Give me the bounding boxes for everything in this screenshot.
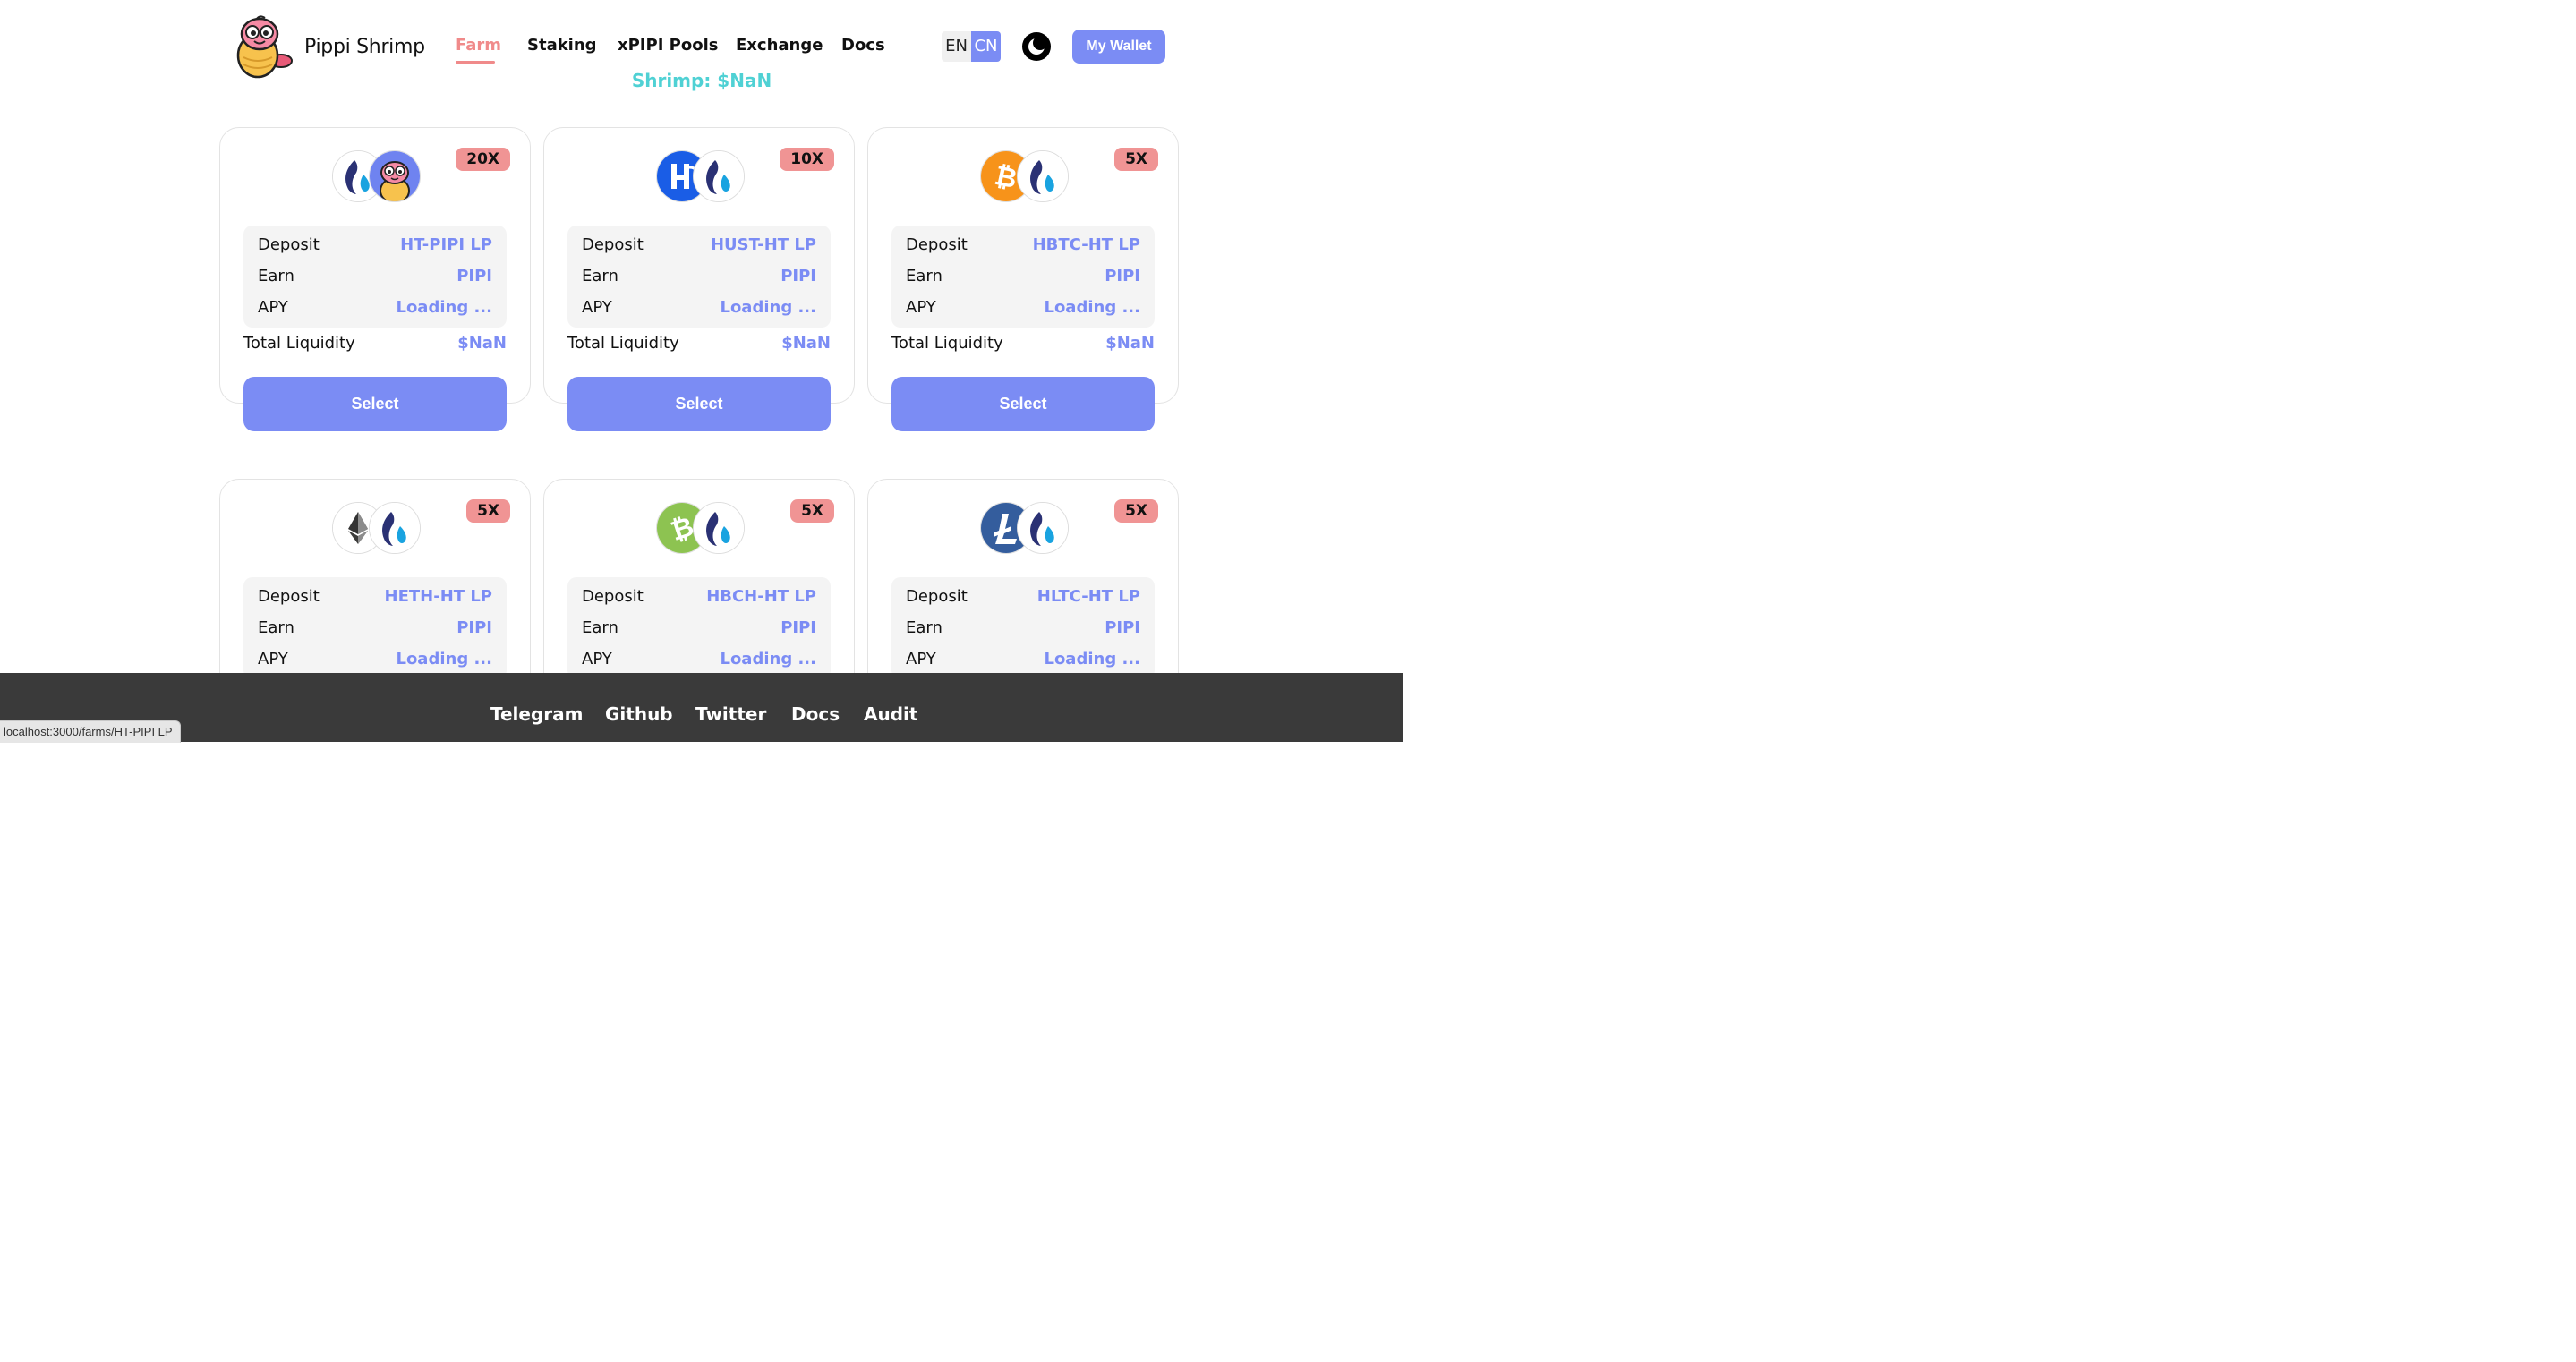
footer-link-twitter[interactable]: Twitter	[695, 703, 766, 725]
deposit-label: Deposit	[258, 587, 320, 606]
earn-label: Earn	[258, 618, 294, 637]
total-liquidity-value: $NaN	[781, 334, 831, 353]
apy-value: Loading ...	[396, 650, 492, 668]
farm-card: 20X Deposit HT-PIPI LP Earn PIPI APY Loadin…	[219, 127, 531, 431]
apy-value: Loading ...	[720, 298, 816, 317]
earn-value: PIPI	[456, 267, 492, 285]
farm-info-panel: Deposit HT-PIPI LP Earn PIPI APY Loading ..…	[243, 226, 507, 328]
total-liquidity-label: Total Liquidity	[891, 334, 1003, 353]
ht-icon	[693, 150, 745, 202]
apy-value: Loading ...	[1044, 298, 1140, 317]
apy-label: APY	[906, 650, 936, 668]
earn-label: Earn	[582, 618, 618, 637]
lang-en-button[interactable]: EN	[942, 31, 971, 62]
apy-label: APY	[582, 298, 612, 317]
deposit-label: Deposit	[582, 235, 644, 254]
earn-value: PIPI	[780, 618, 816, 637]
shrimp-price-value: $NaN	[717, 70, 772, 91]
deposit-value: HETH-HT LP	[384, 587, 492, 606]
multiplier-badge: 5X	[466, 499, 510, 523]
nav-xpipi-pools[interactable]: xPIPI Pools	[618, 36, 718, 55]
multiplier-badge: 10X	[780, 148, 834, 171]
moon-icon	[1028, 36, 1047, 55]
multiplier-badge: 5X	[790, 499, 834, 523]
apy-value: Loading ...	[720, 650, 816, 668]
deposit-value: HLTC-HT LP	[1036, 587, 1140, 606]
deposit-label: Deposit	[906, 235, 968, 254]
apy-value: Loading ...	[396, 298, 492, 317]
earn-label: Earn	[582, 267, 618, 285]
nav-exchange[interactable]: Exchange	[736, 36, 823, 55]
pair-icons	[656, 150, 746, 204]
nav-active-underline	[456, 61, 495, 64]
earn-value: PIPI	[456, 618, 492, 637]
earn-label: Earn	[906, 618, 943, 637]
earn-label: Earn	[258, 267, 294, 285]
total-liquidity-label: Total Liquidity	[567, 334, 679, 353]
earn-value: PIPI	[1105, 267, 1140, 285]
pair-icons	[332, 502, 422, 556]
farm-info-panel: Deposit HBCH-HT LP Earn PIPI APY Loading ..…	[567, 577, 831, 679]
deposit-value: HBTC-HT LP	[1032, 235, 1140, 254]
earn-value: PIPI	[1105, 618, 1140, 637]
apy-label: APY	[258, 298, 288, 317]
brand-name: Pippi Shrimp	[304, 35, 425, 58]
select-button[interactable]: Select	[891, 377, 1155, 431]
farm-card: 10X Deposit HUST-HT LP Earn PIPI APY Loadin…	[543, 127, 855, 431]
my-wallet-button[interactable]: My Wallet	[1072, 30, 1165, 64]
farm-info-panel: Deposit HLTC-HT LP Earn PIPI APY Loading ..…	[891, 577, 1155, 679]
multiplier-badge: 20X	[456, 148, 510, 171]
farm-info-panel: Deposit HUST-HT LP Earn PIPI APY Loading ..…	[567, 226, 831, 328]
nav-docs[interactable]: Docs	[841, 36, 885, 55]
site-footer: Telegram Github Twitter Docs Audit	[0, 673, 1403, 742]
shrimp-price-label: Shrimp:	[631, 70, 712, 91]
pair-icons	[980, 502, 1070, 556]
total-liquidity-value: $NaN	[457, 334, 507, 353]
apy-label: APY	[582, 650, 612, 668]
total-liquidity-value: $NaN	[1105, 334, 1155, 353]
shrimp-price: Shrimp: $NaN	[0, 70, 1403, 91]
deposit-value: HUST-HT LP	[710, 235, 816, 254]
apy-value: Loading ...	[1044, 650, 1140, 668]
footer-link-github[interactable]: Github	[605, 703, 673, 725]
farm-card: 5X Deposit HBTC-HT LP Earn PIPI APY Loading…	[867, 127, 1179, 431]
footer-link-audit[interactable]: Audit	[864, 703, 917, 725]
multiplier-badge: 5X	[1114, 499, 1158, 523]
pair-icons	[332, 150, 422, 204]
deposit-label: Deposit	[582, 587, 644, 606]
deposit-label: Deposit	[906, 587, 968, 606]
nav-staking[interactable]: Staking	[527, 36, 597, 55]
status-bar-url: localhost:3000/farms/HT-PIPI LP	[0, 720, 181, 743]
earn-value: PIPI	[780, 267, 816, 285]
ht-icon	[693, 502, 745, 554]
theme-toggle-button[interactable]	[1022, 32, 1051, 61]
select-button[interactable]: Select	[567, 377, 831, 431]
apy-label: APY	[906, 298, 936, 317]
deposit-label: Deposit	[258, 235, 320, 254]
ht-icon	[1017, 150, 1069, 202]
footer-link-docs[interactable]: Docs	[791, 703, 840, 725]
farm-info-panel: Deposit HETH-HT LP Earn PIPI APY Loading ..…	[243, 577, 507, 679]
earn-label: Earn	[906, 267, 943, 285]
apy-label: APY	[258, 650, 288, 668]
deposit-value: HBCH-HT LP	[706, 587, 816, 606]
pipi-shrimp-icon	[369, 150, 421, 202]
multiplier-badge: 5X	[1114, 148, 1158, 171]
ht-icon	[369, 502, 421, 554]
farm-info-panel: Deposit HBTC-HT LP Earn PIPI APY Loading ..…	[891, 226, 1155, 328]
pair-icons	[656, 502, 746, 556]
language-toggle: EN CN	[942, 31, 1001, 62]
deposit-value: HT-PIPI LP	[400, 235, 492, 254]
lang-cn-button[interactable]: CN	[971, 31, 1001, 62]
nav-farm[interactable]: Farm	[456, 36, 501, 55]
select-button[interactable]: Select	[243, 377, 507, 431]
pair-icons	[980, 150, 1070, 204]
ht-icon	[1017, 502, 1069, 554]
footer-link-telegram[interactable]: Telegram	[490, 703, 584, 725]
total-liquidity-label: Total Liquidity	[243, 334, 355, 353]
